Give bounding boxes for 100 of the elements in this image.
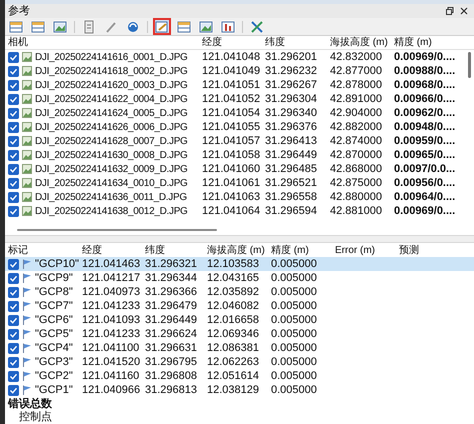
- table-cell-text: 121.040973: [82, 284, 142, 300]
- table-cell-text: 31.296624: [145, 326, 198, 342]
- marker-label: "GCP2": [35, 368, 73, 384]
- table-cell-text: 31.296558: [265, 190, 318, 205]
- column-header[interactable]: 精度 (m): [394, 35, 462, 50]
- marker-label: "GCP6": [35, 312, 73, 328]
- marker-row[interactable]: "GCP9" 121.041217 31.296344 12.043165 0.005000: [5, 271, 474, 285]
- table-cell-text: 12.051614: [207, 368, 260, 384]
- table-cell-text: 0.00965/0....: [394, 148, 456, 163]
- column-header[interactable]: Error (m): [335, 242, 399, 258]
- table-cell-text: 31.296321: [145, 256, 198, 272]
- table-cell-text: 31.296795: [145, 354, 198, 370]
- table-cell-text: 42.904000: [330, 106, 383, 121]
- table-cell-text: 121.041048: [202, 50, 262, 65]
- panel-title: 参考: [8, 6, 30, 16]
- table-cell-text: 121.041233: [82, 298, 142, 314]
- table-cell-text: 121.041063: [202, 190, 262, 205]
- column-header[interactable]: 相机: [5, 35, 202, 50]
- table-cell-text: 121.041051: [202, 78, 262, 93]
- table-cell-text: 42.868000: [330, 162, 383, 177]
- table-cell-text: 12.043165: [207, 270, 260, 286]
- marker-row[interactable]: "GCP10" 121.041463 31.296321 12.103583 0.005000: [5, 257, 474, 271]
- column-header[interactable]: 精度 (m): [271, 242, 335, 258]
- marker-row[interactable]: "GCP6" 121.041093 31.296449 12.016658 0.005000: [5, 313, 474, 327]
- summary-item: 控制点: [18, 411, 53, 424]
- marker-label: "GCP9": [35, 270, 73, 286]
- image-name: DJI_20250224141630_0008_D.JPG: [35, 148, 188, 162]
- table-cell-text: 12.062263: [207, 354, 260, 370]
- marker-row[interactable]: "GCP2" 121.041160 31.296808 12.051614 0.005000: [5, 369, 474, 383]
- marker-label: "GCP7": [35, 298, 73, 314]
- table-cell-text: 42.832000: [330, 50, 383, 65]
- table-cell-text: 31.296631: [145, 340, 198, 356]
- table-cell-text: 31.296201: [265, 50, 318, 65]
- table-cell-text: 0.005000: [271, 298, 318, 314]
- marker-row[interactable]: "GCP1" 121.040966 31.296813 12.038129 0.005000: [5, 383, 474, 397]
- table-cell-text: 121.041064: [202, 204, 262, 219]
- marker-row[interactable]: "GCP3" 121.041520 31.296795 12.062263 0.005000: [5, 355, 474, 369]
- table-cell-text: 0.00988/0....: [394, 64, 456, 79]
- marker-label: "GCP4": [35, 340, 73, 356]
- table-cell-text: 0.005000: [271, 256, 318, 272]
- table-cell-text: 31.296479: [145, 298, 198, 314]
- table-cell-text: 121.041057: [202, 134, 262, 149]
- marker-row[interactable]: "GCP8" 121.040973 31.296366 12.035892 0.005000: [5, 285, 474, 299]
- marker-label: "GCP8": [35, 284, 73, 300]
- table-cell-text: 121.041160: [82, 368, 140, 384]
- table-cell-text: 0.005000: [271, 354, 318, 370]
- table-cell-text: 42.877000: [330, 64, 383, 79]
- summary-heading: 错误总数: [6, 398, 53, 410]
- table-cell-text: 31.296267: [265, 78, 318, 93]
- table-cell-text: 0.00956/0....: [394, 176, 456, 191]
- column-header[interactable]: 预测: [399, 242, 459, 258]
- table-cell-text: 12.038129: [207, 382, 260, 398]
- table-cell-text: 42.881000: [330, 204, 383, 219]
- table-cell-text: 121.041061: [202, 176, 262, 191]
- table-cell-text: 31.296594: [265, 204, 318, 219]
- table-cell-text: 0.005000: [271, 326, 318, 342]
- table-cell-text: 31.296413: [265, 134, 318, 149]
- table-cell-text: 12.103583: [207, 256, 260, 272]
- marker-row[interactable]: "GCP7" 121.041233 31.296479 12.046082 0.005000: [5, 299, 474, 313]
- table-cell-text: 121.041060: [202, 162, 262, 177]
- table-cell-text: 0.005000: [271, 382, 318, 398]
- image-name: DJI_20250224141634_0010_D.JPG: [35, 176, 188, 190]
- table-cell-text: 121.040966: [82, 382, 142, 398]
- table-cell-text: 42.891000: [330, 92, 383, 107]
- table-cell-text: 12.016658: [207, 312, 260, 328]
- table-cell-text: 0.00969/0....: [394, 204, 456, 219]
- marker-label: "GCP1": [35, 382, 73, 398]
- table-cell-text: 42.880000: [330, 190, 383, 205]
- marker-row[interactable]: "GCP4" 121.041100 31.296631 12.086381 0.005000: [5, 341, 474, 355]
- marker-label: "GCP10": [35, 256, 79, 272]
- marker-row[interactable]: "GCP5" 121.041233 31.296624 12.069346 0.005000: [5, 327, 474, 341]
- column-header[interactable]: 经度: [202, 35, 265, 50]
- table-cell-text: 0.00969/0....: [394, 50, 456, 65]
- table-cell-text: 42.870000: [330, 148, 383, 163]
- table-cell-text: 121.041100: [82, 340, 140, 356]
- table-cell-text: 31.296366: [145, 284, 198, 300]
- table-cell-text: 121.041217: [82, 270, 142, 286]
- table-cell-text: 121.041233: [82, 326, 142, 342]
- table-cell-text: 31.296813: [145, 382, 198, 398]
- table-cell-text: 31.296232: [265, 64, 318, 79]
- table-cell-text: 0.005000: [271, 284, 318, 300]
- column-header[interactable]: 海拔高度 (m): [207, 242, 271, 258]
- table-cell-text: 0.005000: [271, 312, 318, 328]
- column-header[interactable]: 纬度: [145, 242, 207, 258]
- table-cell-text: 42.874000: [330, 134, 383, 149]
- column-header[interactable]: 标记: [5, 242, 82, 258]
- image-name: DJI_20250224141618_0002_D.JPG: [35, 64, 188, 78]
- table-cell-text: 12.069346: [207, 326, 260, 342]
- column-header[interactable]: 纬度: [265, 35, 330, 50]
- table-cell-text: 12.035892: [207, 284, 260, 300]
- table-cell-text: 121.041093: [82, 312, 142, 328]
- column-header[interactable]: 海拔高度 (m): [330, 35, 394, 50]
- table-cell-text: 0.005000: [271, 270, 318, 286]
- column-header[interactable]: 经度: [82, 242, 145, 258]
- table-cell-text: 0.00966/0....: [394, 92, 456, 107]
- table-cell-text: 0.005000: [271, 340, 318, 356]
- table-cell-text: 121.041049: [202, 64, 262, 79]
- image-name: DJI_20250224141632_0009_D.JPG: [35, 162, 188, 176]
- table-cell-text: 121.041520: [82, 354, 142, 370]
- table-cell-text: 31.296808: [145, 368, 198, 384]
